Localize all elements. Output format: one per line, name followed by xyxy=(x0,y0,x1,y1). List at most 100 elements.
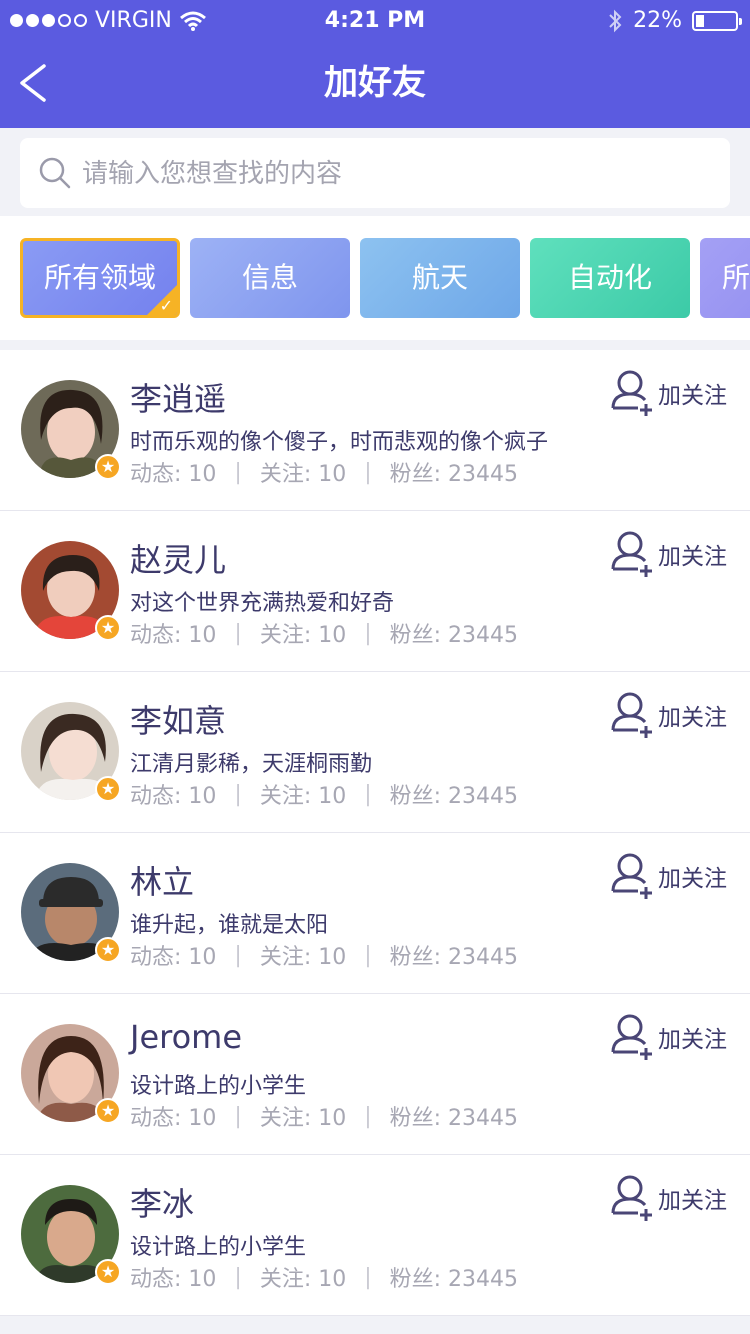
user-stats: 动态: 10 | 关注: 10 | 粉丝: 23445 xyxy=(130,1261,518,1293)
following-count: 关注: 10 xyxy=(259,945,347,970)
category-label: 所有领域 xyxy=(43,261,156,294)
user-stats: 动态: 10 | 关注: 10 | 粉丝: 23445 xyxy=(130,617,518,649)
search-icon xyxy=(39,157,71,189)
category-info[interactable]: 信息 xyxy=(190,238,350,318)
user-bio: 谁升起，谁就是太阳 xyxy=(130,913,329,938)
user-bio: 设计路上的小学生 xyxy=(130,1235,307,1260)
fans-count: 粉丝: 23445 xyxy=(389,784,519,809)
follow-label: 加关注 xyxy=(658,705,727,731)
follow-button[interactable]: 加关注 xyxy=(610,529,740,579)
category-more[interactable]: 所 xyxy=(700,238,750,318)
divider: | xyxy=(364,1264,372,1290)
page-title: 加好友 xyxy=(324,63,426,103)
user-stats: 动态: 10 | 关注: 10 | 粉丝: 23445 xyxy=(130,456,518,488)
category-all[interactable]: 所有领域 ✓ xyxy=(20,238,180,318)
star-badge-icon: ★ xyxy=(95,454,121,480)
category-label: 信息 xyxy=(241,261,298,294)
follow-button[interactable]: 加关注 xyxy=(610,1012,740,1062)
user-name: 赵灵儿 xyxy=(130,541,227,579)
posts-count: 动态: 10 xyxy=(130,1267,217,1292)
fans-count: 粉丝: 23445 xyxy=(389,462,519,487)
fans-count: 粉丝: 23445 xyxy=(389,1106,519,1131)
star-badge-icon: ★ xyxy=(95,776,121,802)
fans-count: 粉丝: 23445 xyxy=(389,1267,519,1292)
search-input[interactable] xyxy=(80,138,704,210)
add-user-icon xyxy=(611,1014,652,1060)
fans-count: 粉丝: 23445 xyxy=(389,623,519,648)
divider: | xyxy=(234,1264,242,1290)
category-label: 自动化 xyxy=(567,261,652,294)
posts-count: 动态: 10 xyxy=(130,1106,217,1131)
posts-count: 动态: 10 xyxy=(130,623,217,648)
add-user-icon xyxy=(611,370,652,416)
star-badge-icon: ★ xyxy=(95,1259,121,1285)
following-count: 关注: 10 xyxy=(259,623,347,648)
follow-button[interactable]: 加关注 xyxy=(610,690,740,740)
add-user-icon xyxy=(611,531,652,577)
battery-icon xyxy=(692,10,742,31)
category-strip: 所有领域 ✓ 信息 航天 自动化 所 xyxy=(0,216,750,340)
star-badge-icon: ★ xyxy=(95,937,121,963)
posts-count: 动态: 10 xyxy=(130,462,217,487)
list-item[interactable]: ★ 林立 谁升起，谁就是太阳 动态: 10 | 关注: 10 | 粉丝: 234… xyxy=(0,833,750,994)
user-name: 李冰 xyxy=(130,1185,195,1223)
divider: | xyxy=(364,459,372,485)
divider: | xyxy=(364,620,372,646)
top-bar: VIRGIN 4:21 PM 22% 加好友 xyxy=(0,0,750,128)
follow-label: 加关注 xyxy=(658,1188,727,1214)
divider: | xyxy=(234,942,242,968)
status-right: 22% xyxy=(607,8,742,33)
user-bio: 时而乐观的像个傻子，时而悲观的像个疯子 xyxy=(130,430,549,455)
list-item[interactable]: ★ 赵灵儿 对这个世界充满热爱和好奇 动态: 10 | 关注: 10 | 粉丝:… xyxy=(0,511,750,672)
bluetooth-icon xyxy=(609,9,622,32)
add-user-icon xyxy=(611,1175,652,1221)
list-item[interactable]: ★ 李逍遥 时而乐观的像个傻子，时而悲观的像个疯子 动态: 10 | 关注: 1… xyxy=(0,350,750,511)
follow-label: 加关注 xyxy=(658,1027,727,1053)
star-badge-icon: ★ xyxy=(95,1098,121,1124)
user-bio: 对这个世界充满热爱和好奇 xyxy=(130,591,395,616)
posts-count: 动态: 10 xyxy=(130,784,217,809)
user-bio: 江清月影稀，天涯桐雨勤 xyxy=(130,752,373,777)
following-count: 关注: 10 xyxy=(259,1267,347,1292)
user-stats: 动态: 10 | 关注: 10 | 粉丝: 23445 xyxy=(130,939,518,971)
follow-button[interactable]: 加关注 xyxy=(610,368,740,418)
category-label: 所 xyxy=(722,261,750,294)
follow-label: 加关注 xyxy=(658,866,727,892)
divider: | xyxy=(234,1103,242,1129)
following-count: 关注: 10 xyxy=(259,784,347,809)
user-name: Jerome xyxy=(130,1018,243,1056)
user-stats: 动态: 10 | 关注: 10 | 粉丝: 23445 xyxy=(130,1100,518,1132)
divider: | xyxy=(234,459,242,485)
divider: | xyxy=(234,781,242,807)
posts-count: 动态: 10 xyxy=(130,945,217,970)
list-item[interactable]: ★ Jerome 设计路上的小学生 动态: 10 | 关注: 10 | 粉丝: … xyxy=(0,994,750,1155)
user-name: 李如意 xyxy=(130,702,227,740)
follow-label: 加关注 xyxy=(658,544,727,570)
search-section xyxy=(0,128,750,216)
add-user-icon xyxy=(611,692,652,738)
following-count: 关注: 10 xyxy=(259,1106,347,1131)
user-stats: 动态: 10 | 关注: 10 | 粉丝: 23445 xyxy=(130,778,518,810)
category-automation[interactable]: 自动化 xyxy=(530,238,690,318)
divider: | xyxy=(364,781,372,807)
list-item[interactable]: ★ 李冰 设计路上的小学生 动态: 10 | 关注: 10 | 粉丝: 2344… xyxy=(0,1155,750,1316)
list-item[interactable]: ★ 李如意 江清月影稀，天涯桐雨勤 动态: 10 | 关注: 10 | 粉丝: … xyxy=(0,672,750,833)
following-count: 关注: 10 xyxy=(259,462,347,487)
fans-count: 粉丝: 23445 xyxy=(389,945,519,970)
battery-percent: 22% xyxy=(633,8,682,33)
star-badge-icon: ★ xyxy=(95,615,121,641)
add-user-icon xyxy=(611,853,652,899)
follow-button[interactable]: 加关注 xyxy=(610,1173,740,1223)
status-bar: VIRGIN 4:21 PM 22% xyxy=(0,0,750,40)
category-aerospace[interactable]: 航天 xyxy=(360,238,520,318)
category-label: 航天 xyxy=(411,261,468,294)
divider: | xyxy=(234,620,242,646)
user-name: 林立 xyxy=(130,863,195,901)
divider: | xyxy=(364,1103,372,1129)
user-bio: 设计路上的小学生 xyxy=(130,1074,307,1099)
user-name: 李逍遥 xyxy=(130,380,227,418)
follow-label: 加关注 xyxy=(658,383,727,409)
follow-button[interactable]: 加关注 xyxy=(610,851,740,901)
user-list: ★ 李逍遥 时而乐观的像个傻子，时而悲观的像个疯子 动态: 10 | 关注: 1… xyxy=(0,350,750,1316)
search-box[interactable] xyxy=(20,138,730,210)
